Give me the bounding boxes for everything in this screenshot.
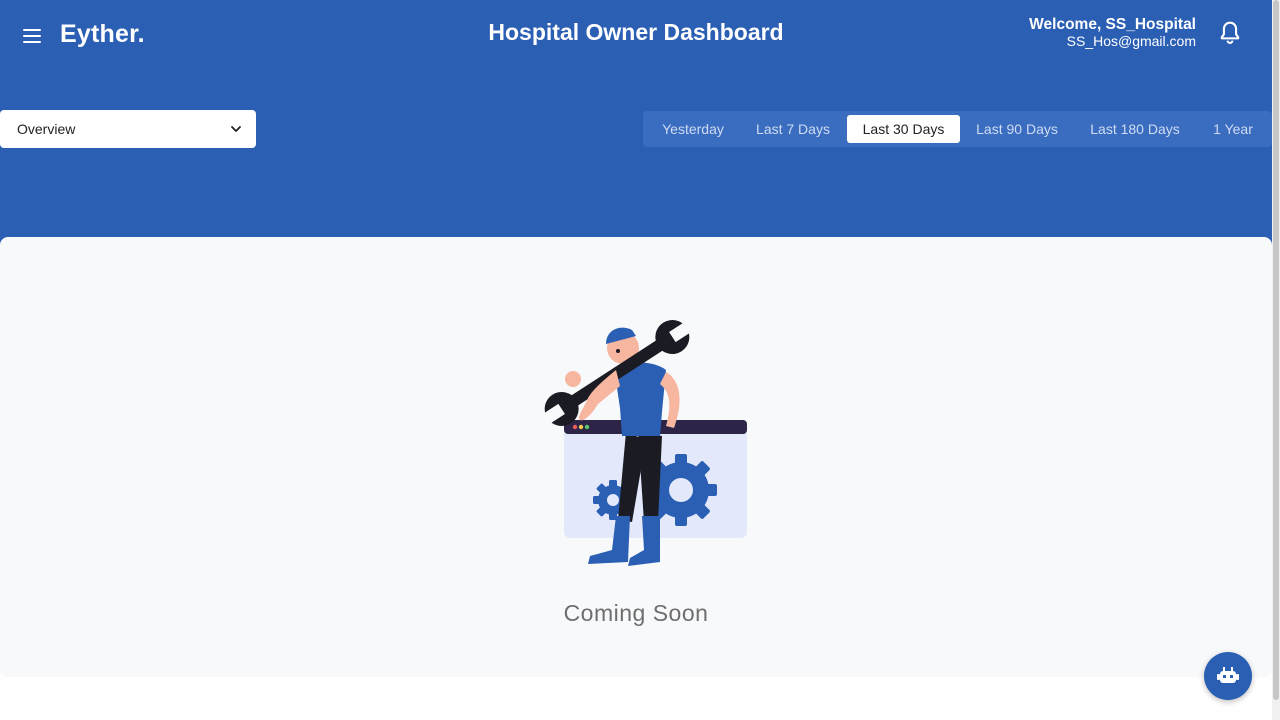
scrollbar-thumb[interactable] [1273,0,1279,700]
range-1-year[interactable]: 1 Year [1200,115,1266,143]
bell-icon[interactable] [1216,19,1244,47]
chat-bot-icon [1217,667,1239,683]
range-yesterday[interactable]: Yesterday [647,115,739,143]
scrollbar[interactable] [1272,0,1280,720]
range-last-180-days[interactable]: Last 180 Days [1076,115,1194,143]
range-last-90-days[interactable]: Last 90 Days [964,115,1070,143]
mechanic-illustration [541,320,747,566]
user-welcome-text: Welcome, SS_Hospital [1029,16,1196,33]
user-email-text: SS_Hos@gmail.com [1066,33,1196,49]
user-info[interactable]: Welcome, SS_Hospital SS_Hos@gmail.com [1029,16,1196,50]
chevron-down-icon [231,126,241,132]
range-last-7-days[interactable]: Last 7 Days [743,115,843,143]
date-range-tabs: Yesterday Last 7 Days Last 30 Days Last … [643,111,1272,147]
range-last-30-days[interactable]: Last 30 Days [847,115,960,143]
chat-bot-button[interactable] [1204,652,1252,700]
coming-soon-text: Coming Soon [563,600,709,626]
view-select-value: Overview [17,121,76,137]
view-select[interactable]: Overview [0,110,256,148]
